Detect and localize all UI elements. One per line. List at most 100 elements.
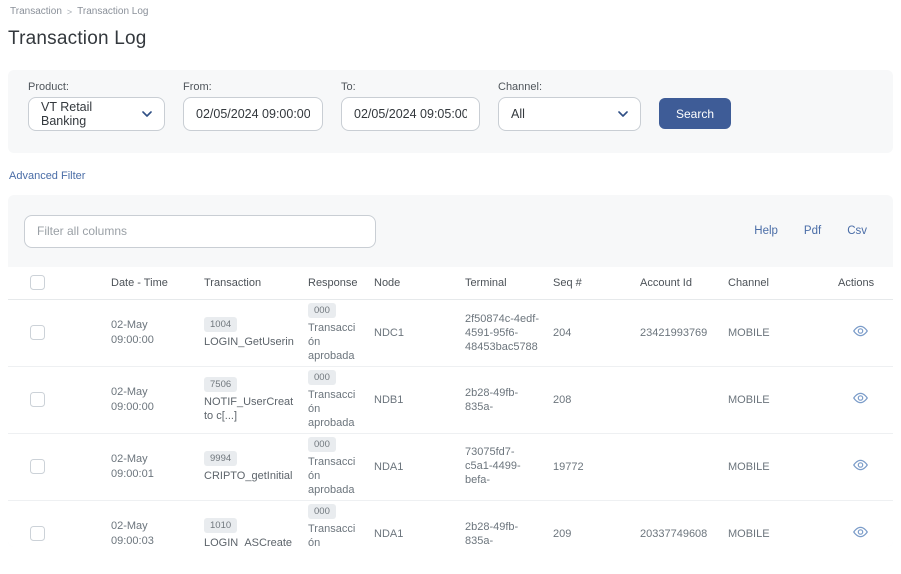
eye-icon — [852, 459, 869, 474]
column-header-response: Response — [300, 267, 366, 299]
channel-select[interactable]: All — [498, 97, 641, 131]
column-header-date-time: Date - Time — [103, 267, 196, 299]
transaction-cell: 9994 CRIPTO_getInitial — [196, 433, 300, 500]
to-filter-group: To: — [341, 81, 480, 131]
date-time-cell: 02-May 09:00:01 — [103, 433, 196, 500]
date-time-cell: 02-May 09:00:03 — [103, 500, 196, 547]
response-code-badge: 000 — [308, 504, 336, 519]
chevron-down-icon — [142, 111, 152, 117]
page-title: Transaction Log — [8, 28, 901, 50]
view-details-button[interactable] — [852, 459, 869, 474]
actions-cell — [830, 433, 893, 500]
terminal-cell: 2f50874c-4edf-4591-95f6-48453bac5788 — [457, 299, 545, 366]
filter-panel: Product: VT Retail Banking From: To: Cha… — [8, 70, 893, 153]
transaction-name: CRIPTO_getInitial — [204, 469, 294, 483]
view-details-button[interactable] — [852, 325, 869, 340]
row-checkbox[interactable] — [30, 459, 45, 474]
transaction-name: NOTIF_UserCreat to c[...] — [204, 395, 294, 423]
view-details-button[interactable] — [852, 392, 869, 407]
transaction-name: LOGIN_ASCreate — [204, 536, 294, 548]
eye-icon — [852, 526, 869, 541]
column-header-node: Node — [366, 267, 457, 299]
chevron-down-icon — [618, 111, 628, 117]
actions-cell — [830, 299, 893, 366]
search-button[interactable]: Search — [659, 98, 731, 129]
pdf-link[interactable]: Pdf — [804, 225, 821, 237]
account-id-cell — [632, 366, 720, 433]
date-time-cell: 02-May 09:00:00 — [103, 299, 196, 366]
transaction-code-badge: 7506 — [204, 377, 237, 392]
to-datetime-input[interactable] — [341, 97, 480, 131]
actions-cell — [830, 366, 893, 433]
transaction-cell: 7506 NOTIF_UserCreat to c[...] — [196, 366, 300, 433]
column-header-transaction: Transaction — [196, 267, 300, 299]
csv-link[interactable]: Csv — [847, 225, 867, 237]
terminal-cell: 73075fd7-c5a1-4499-befa-c8214c15812d — [457, 433, 545, 500]
column-header-terminal: Terminal — [457, 267, 545, 299]
row-checkbox[interactable] — [30, 325, 45, 340]
response-cell: 000 Transacción aprobada — [300, 433, 366, 500]
column-header-actions: Actions — [830, 267, 893, 299]
table-body: 02-May 09:00:00 1004 LOGIN_GetUserin 000… — [8, 299, 893, 547]
breadcrumb-separator-icon: > — [67, 7, 72, 17]
table-header-row: Date - Time Transaction Response Node Te… — [8, 267, 893, 299]
response-text: Transacción aprobada — [308, 455, 360, 497]
transaction-cell: 1010 LOGIN_ASCreate — [196, 500, 300, 547]
product-select-value: VT Retail Banking — [41, 100, 132, 128]
channel-cell: MOBILE — [720, 299, 830, 366]
account-id-cell: 23421993769 — [632, 299, 720, 366]
table-row: 02-May 09:00:03 1010 LOGIN_ASCreate 000 … — [8, 500, 893, 547]
terminal-cell: 2b28-49fb-835a- — [457, 500, 545, 547]
transaction-table-panel: Help Pdf Csv Date - Time Transaction Res… — [8, 195, 893, 547]
export-links: Help Pdf Csv — [754, 225, 867, 237]
channel-cell: MOBILE — [720, 433, 830, 500]
channel-select-value: All — [511, 107, 525, 121]
seq-cell: 19772 — [545, 433, 632, 500]
response-code-badge: 000 — [308, 437, 336, 452]
channel-filter-group: Channel: All — [498, 81, 641, 131]
from-filter-group: From: — [183, 81, 323, 131]
channel-label: Channel: — [498, 81, 641, 93]
seq-cell: 208 — [545, 366, 632, 433]
channel-cell: MOBILE — [720, 500, 830, 547]
breadcrumb-item-transaction-log[interactable]: Transaction Log — [77, 6, 148, 17]
response-cell: 000 Transacción aprobada — [300, 500, 366, 547]
product-select[interactable]: VT Retail Banking — [28, 97, 165, 131]
column-header-account-id: Account Id — [632, 267, 720, 299]
actions-cell — [830, 500, 893, 547]
response-code-badge: 000 — [308, 303, 336, 318]
date-time-cell: 02-May 09:00:00 — [103, 366, 196, 433]
to-label: To: — [341, 81, 480, 93]
response-cell: 000 Transacción aprobada — [300, 299, 366, 366]
account-id-cell: 20337749608 — [632, 500, 720, 547]
from-label: From: — [183, 81, 323, 93]
product-label: Product: — [28, 81, 165, 93]
table-row: 02-May 09:00:01 9994 CRIPTO_getInitial 0… — [8, 433, 893, 500]
eye-icon — [852, 325, 869, 340]
filter-all-columns-input[interactable] — [24, 215, 376, 248]
select-all-checkbox[interactable] — [30, 275, 45, 290]
response-text: Transacción aprobada — [308, 522, 360, 548]
response-text: Transacción aprobada — [308, 321, 360, 363]
table-toolbar: Help Pdf Csv — [8, 195, 893, 253]
response-text: Transacción aprobada — [308, 388, 360, 430]
row-checkbox[interactable] — [30, 526, 45, 541]
node-cell: NDA1 — [366, 500, 457, 547]
breadcrumb-item-transaction[interactable]: Transaction — [10, 6, 62, 17]
advanced-filter-link[interactable]: Advanced Filter — [9, 170, 85, 182]
transaction-table: Date - Time Transaction Response Node Te… — [8, 267, 893, 547]
account-id-cell — [632, 433, 720, 500]
transaction-code-badge: 1004 — [204, 317, 237, 332]
transaction-cell: 1004 LOGIN_GetUserin — [196, 299, 300, 366]
help-link[interactable]: Help — [754, 225, 778, 237]
view-details-button[interactable] — [852, 526, 869, 541]
response-cell: 000 Transacción aprobada — [300, 366, 366, 433]
transaction-name: LOGIN_GetUserin — [204, 335, 294, 349]
table-row: 02-May 09:00:00 7506 NOTIF_UserCreat to … — [8, 366, 893, 433]
eye-icon — [852, 392, 869, 407]
node-cell: NDA1 — [366, 433, 457, 500]
from-datetime-input[interactable] — [183, 97, 323, 131]
row-checkbox[interactable] — [30, 392, 45, 407]
transaction-code-badge: 9994 — [204, 451, 237, 466]
table-row: 02-May 09:00:00 1004 LOGIN_GetUserin 000… — [8, 299, 893, 366]
